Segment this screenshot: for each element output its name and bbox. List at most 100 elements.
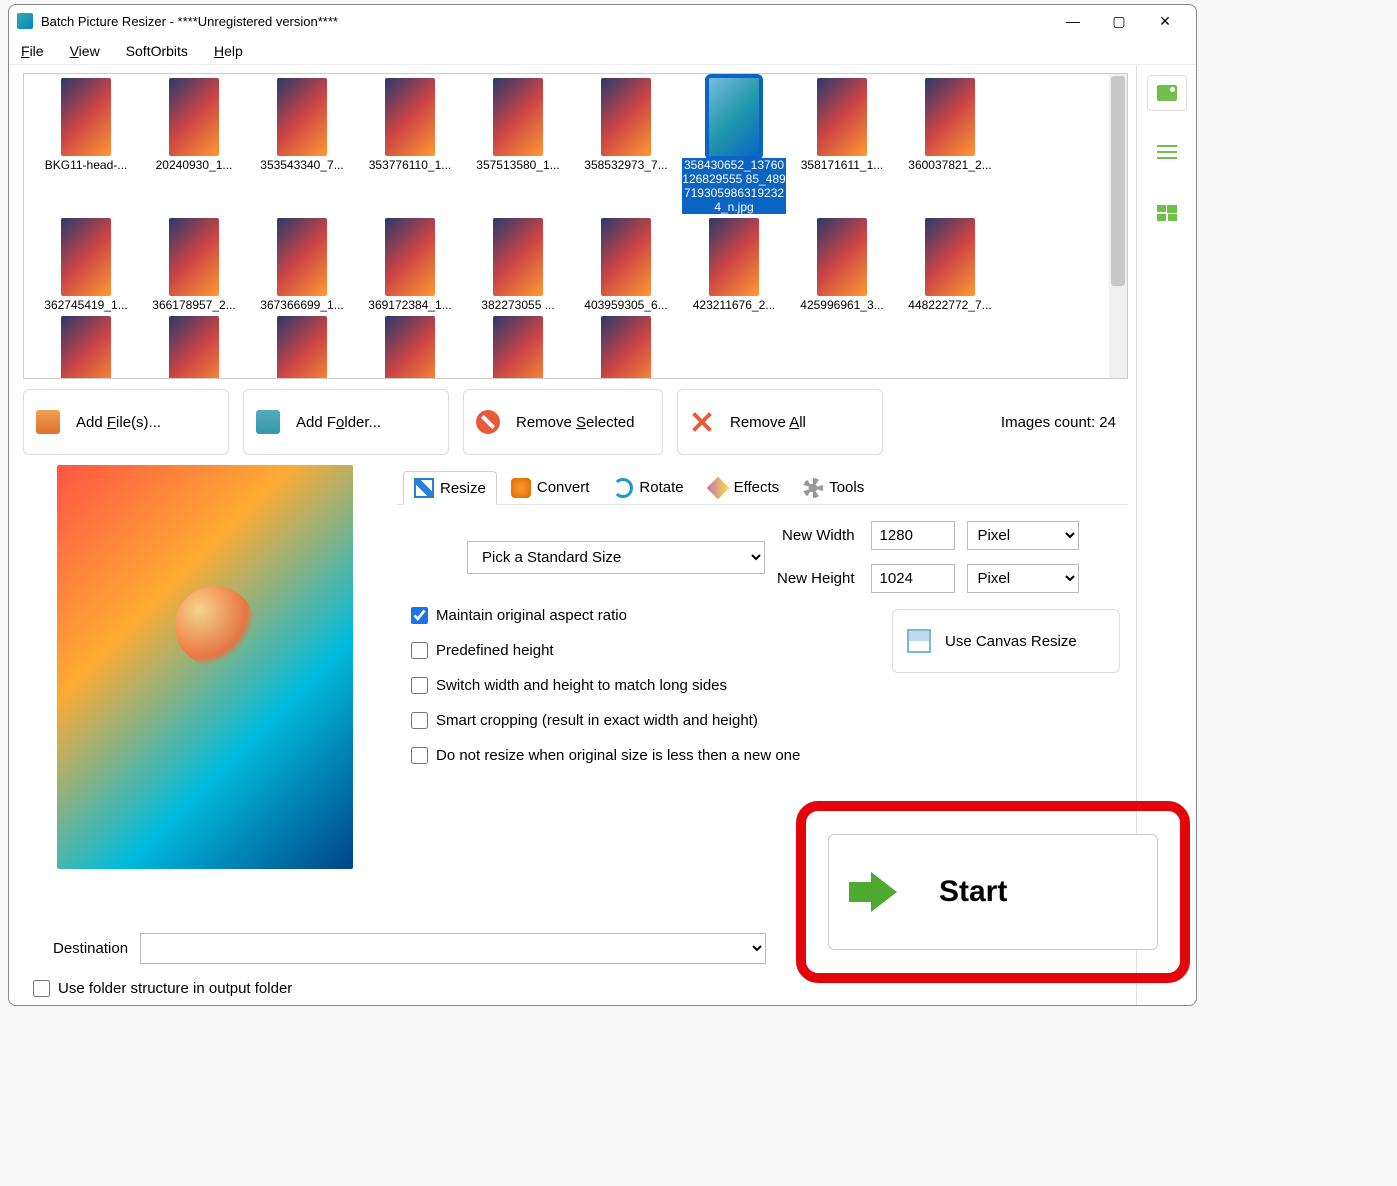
tab-rotate[interactable]: Rotate [603, 471, 693, 504]
thumbnail-image [277, 78, 327, 156]
remove-all-icon [690, 410, 714, 434]
thumbnail-image [277, 316, 327, 378]
thumbnail-item[interactable]: 358171611_1... [788, 78, 896, 214]
scrollbar-handle[interactable] [1111, 76, 1125, 286]
height-unit-select[interactable]: Pixel [967, 564, 1079, 593]
thumbnail-item[interactable]: 369172384_1... [356, 218, 464, 312]
add-files-button[interactable]: Add File(s)... [23, 389, 229, 455]
tab-effects[interactable]: Effects [698, 471, 790, 504]
add-folder-icon [256, 410, 280, 434]
menu-help[interactable]: Help [210, 41, 247, 61]
thumbnail-item[interactable]: 367366699_1... [248, 218, 356, 312]
thumbnail-image [601, 316, 651, 378]
thumbs-scrollbar[interactable] [1109, 74, 1127, 378]
convert-icon [511, 478, 531, 498]
thumbnail-panel: BKG11-head-... 20240930_1...353543340_7..… [23, 73, 1128, 379]
thumbnail-caption: 358171611_1... [801, 158, 884, 172]
view-list-button[interactable] [1147, 135, 1187, 171]
thumbnail-item[interactable]: 448222772_7... [896, 218, 1004, 312]
thumbnail-image [169, 218, 219, 296]
thumbnail-item[interactable]: 403959305_6... [572, 218, 680, 312]
thumbnail-item[interactable] [356, 316, 464, 378]
menu-file[interactable]: File [17, 41, 48, 61]
thumbnail-image [385, 316, 435, 378]
thumbnail-caption: 403959305_6... [584, 298, 667, 312]
minimize-button[interactable]: — [1050, 5, 1096, 37]
thumbnail-item[interactable]: 423211676_2... [680, 218, 788, 312]
view-grid-button[interactable] [1147, 195, 1187, 231]
tab-row: Resize Convert Rotate Effects Tools [397, 465, 1128, 505]
add-folder-button[interactable]: Add Folder... [243, 389, 449, 455]
switch-long-sides-checkbox[interactable]: Switch width and height to match long si… [411, 677, 1128, 694]
start-button[interactable]: Start [828, 834, 1158, 950]
canvas-resize-button[interactable]: Use Canvas Resize [892, 609, 1120, 673]
thumbnail-caption: 367366699_1... [260, 298, 343, 312]
destination-select[interactable] [140, 933, 766, 964]
thumbnail-item[interactable] [248, 316, 356, 378]
new-width-input[interactable] [871, 521, 955, 550]
thumbnail-image [817, 78, 867, 156]
thumbnail-grid[interactable]: BKG11-head-... 20240930_1...353543340_7..… [24, 74, 1109, 378]
thumbnail-item[interactable]: 382273055 ... [464, 218, 572, 312]
thumbnail-item[interactable] [572, 316, 680, 378]
thumbnail-image [925, 218, 975, 296]
thumbnail-item[interactable]: 357513580_1... [464, 78, 572, 214]
thumbnail-image [925, 78, 975, 156]
thumbnail-item[interactable]: 20240930_1... [140, 78, 248, 214]
thumbnail-image [385, 78, 435, 156]
new-height-label: New Height [777, 570, 859, 587]
close-button[interactable]: ✕ [1142, 5, 1188, 37]
thumbnail-image [709, 78, 759, 156]
thumbnail-item[interactable]: 362745419_1... [32, 218, 140, 312]
tab-convert[interactable]: Convert [501, 471, 600, 504]
remove-selected-icon [476, 410, 500, 434]
start-label: Start [939, 875, 1007, 909]
thumbnail-item[interactable] [464, 316, 572, 378]
thumbnail-item[interactable]: 358430652_13760126829555 85_489719305986… [680, 78, 788, 214]
images-count: Images count: 24 [1001, 414, 1116, 431]
view-large-icons-button[interactable] [1147, 75, 1187, 111]
resize-icon [414, 478, 434, 498]
thumbnail-image [493, 78, 543, 156]
remove-all-button[interactable]: Remove All [677, 389, 883, 455]
start-arrow-icon [849, 872, 899, 912]
thumbnail-image [601, 218, 651, 296]
menu-softorbits[interactable]: SoftOrbits [122, 41, 192, 61]
thumbnail-item[interactable]: 360037821_2... [896, 78, 1004, 214]
thumbnail-image [169, 78, 219, 156]
maximize-button[interactable]: ▢ [1096, 5, 1142, 37]
tab-tools[interactable]: Tools [793, 471, 874, 504]
standard-size-select[interactable]: Pick a Standard Size [467, 541, 765, 574]
preview-image [57, 465, 353, 869]
no-upscale-checkbox[interactable]: Do not resize when original size is less… [411, 747, 1128, 764]
titlebar: Batch Picture Resizer - ****Unregistered… [9, 5, 1196, 37]
thumbnail-item[interactable]: 425996961_3... [788, 218, 896, 312]
thumbnail-item[interactable]: 353776110_1... [356, 78, 464, 214]
width-unit-select[interactable]: Pixel [967, 521, 1079, 550]
thumbnail-image [277, 218, 327, 296]
thumbnail-item[interactable]: 366178957_2... [140, 218, 248, 312]
smart-cropping-checkbox[interactable]: Smart cropping (result in exact width an… [411, 712, 1128, 729]
thumbnail-image [61, 218, 111, 296]
thumbnail-image [817, 218, 867, 296]
effects-icon [706, 476, 729, 499]
thumbnail-caption: 382273055 ... [481, 298, 554, 312]
window-title: Batch Picture Resizer - ****Unregistered… [41, 14, 1050, 29]
app-window: Batch Picture Resizer - ****Unregistered… [8, 4, 1197, 1006]
remove-selected-button[interactable]: Remove Selected [463, 389, 663, 455]
tab-resize[interactable]: Resize [403, 471, 497, 505]
action-row: Add File(s)... Add Folder... Remove Sele… [23, 379, 1128, 465]
thumbnail-item[interactable]: 456032691_1... [140, 316, 248, 378]
thumbnail-caption: BKG11-head-... [45, 158, 128, 172]
list-icon [1157, 145, 1177, 161]
rotate-icon [613, 478, 633, 498]
app-icon [17, 13, 33, 29]
menu-view[interactable]: View [66, 41, 104, 61]
thumbnail-item[interactable]: BKG11-head-... [32, 78, 140, 214]
new-height-input[interactable] [871, 564, 955, 593]
thumbnail-item[interactable]: 353543340_7... [248, 78, 356, 214]
thumbnail-item[interactable]: 448828477_4... [32, 316, 140, 378]
thumbnail-item[interactable]: 358532973_7... [572, 78, 680, 214]
add-files-icon [36, 410, 60, 434]
tools-icon [803, 478, 823, 498]
